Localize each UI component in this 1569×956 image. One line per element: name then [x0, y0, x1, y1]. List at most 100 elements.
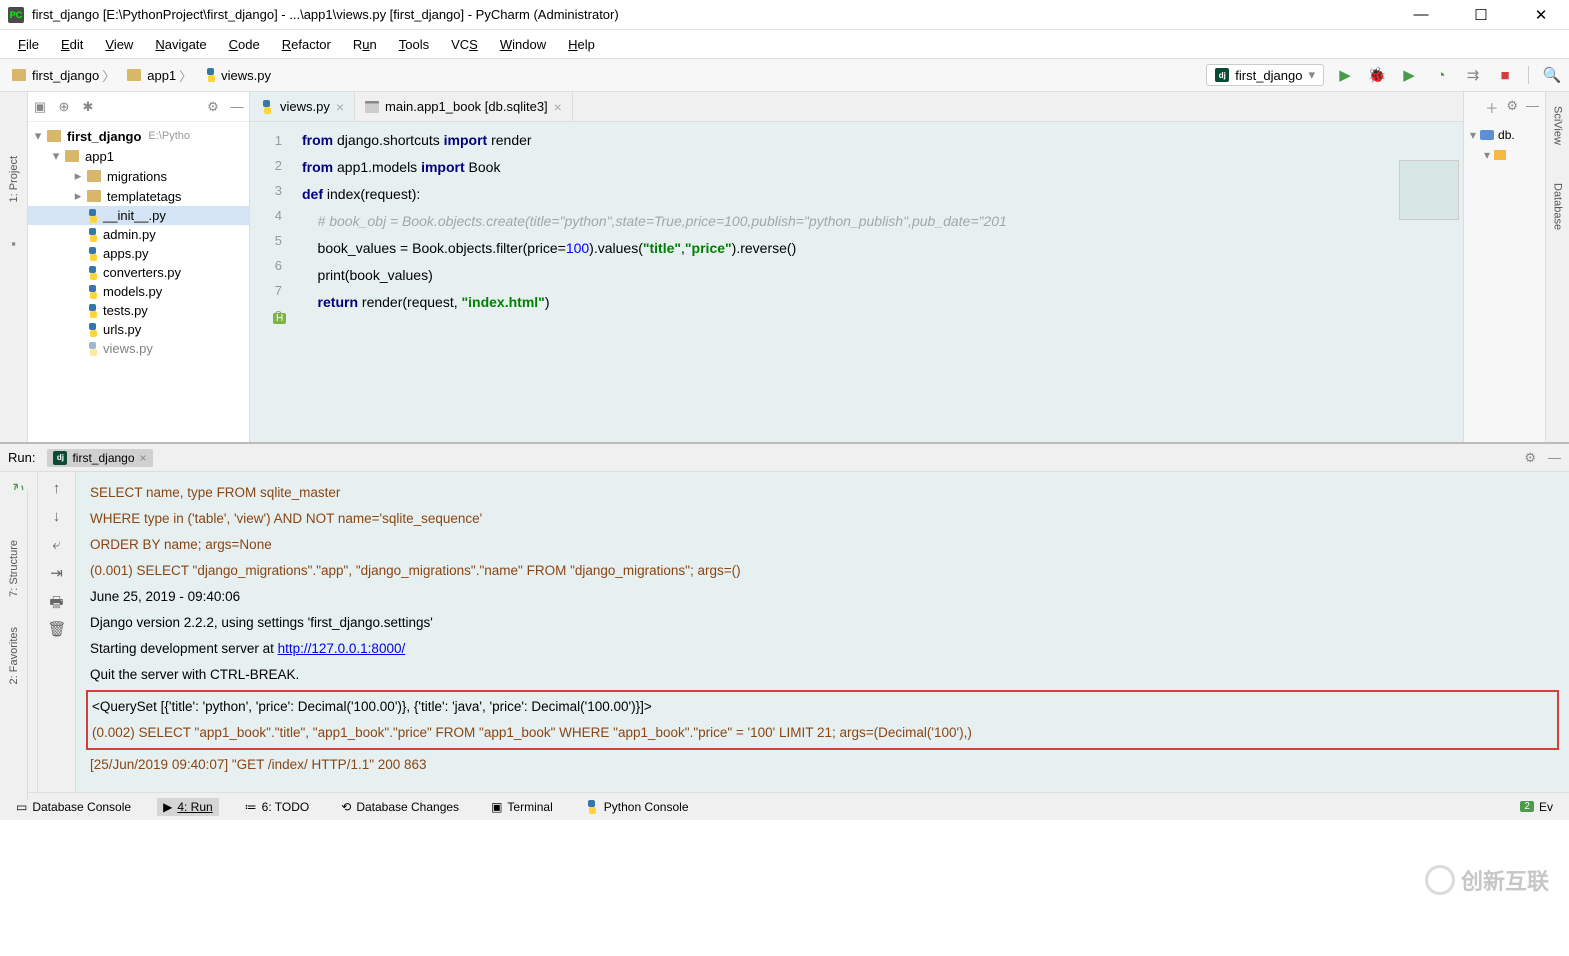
tree-app1[interactable]: ▾app1 — [28, 146, 249, 166]
tab-structure[interactable]: 7: Structure — [8, 540, 20, 597]
sb-database-console[interactable]: ▭ Database Console — [10, 798, 137, 816]
tab-favorites[interactable]: 2: Favorites — [8, 627, 20, 684]
console-line: ORDER BY name; args=None — [90, 532, 1555, 558]
console-line: <QuerySet [{'title': 'python', 'price': … — [92, 694, 1553, 720]
gutter-highlight-icon: H — [273, 313, 286, 324]
stop-button[interactable]: ■ — [1496, 66, 1514, 84]
python-icon — [585, 800, 599, 814]
scroll-end-button[interactable]: ⇥ — [48, 564, 66, 582]
down-button[interactable]: ↓ — [48, 508, 66, 526]
console-output[interactable]: SELECT name, type FROM sqlite_master WHE… — [76, 472, 1569, 792]
folder-icon — [47, 130, 61, 142]
tree-file-init[interactable]: __init__.py — [28, 206, 249, 225]
tab-sciview[interactable]: SciView — [1552, 102, 1564, 149]
run-button[interactable]: ▶ — [1336, 66, 1354, 84]
folder-icon — [65, 150, 79, 162]
menu-vcs[interactable]: VCS — [441, 35, 488, 54]
python-icon — [86, 209, 100, 223]
django-icon: dj — [1215, 68, 1229, 82]
run-body: ↻ ■ ≡ 📌 ↑ ↓ ⤶ ⇥ 🖶 🗑 SELECT name, type FR… — [0, 472, 1569, 792]
right-tool-stripe: SciView Database — [1545, 92, 1569, 442]
server-url-link[interactable]: http://127.0.0.1:8000/ — [278, 641, 406, 656]
tree-file-models[interactable]: models.py — [28, 282, 249, 301]
maximize-button[interactable]: ☐ — [1461, 6, 1501, 24]
menu-file[interactable]: File — [8, 35, 49, 54]
sb-db-changes[interactable]: ⟲ Database Changes — [335, 798, 465, 816]
hide-button[interactable]: — — [1526, 98, 1539, 117]
hide-button[interactable]: — — [229, 99, 245, 114]
menu-navigate[interactable]: Navigate — [145, 35, 216, 54]
sb-terminal[interactable]: ▣ Terminal — [485, 798, 559, 816]
crumb-file[interactable]: views.py — [200, 66, 275, 85]
menu-run[interactable]: Run — [343, 35, 387, 54]
tree-templatetags[interactable]: ▸templatetags — [28, 186, 249, 206]
soft-wrap-button[interactable]: ⤶ — [48, 536, 66, 554]
tree-file-admin[interactable]: admin.py — [28, 225, 249, 244]
chevron-down-icon: ▾ — [1308, 67, 1315, 83]
run-tab-django[interactable]: djfirst_django× — [47, 449, 152, 467]
debug-button[interactable]: 🐞 — [1368, 66, 1386, 84]
collapse-all-icon[interactable]: ✱ — [80, 99, 96, 115]
status-bar: ▭ Database Console ▶ 4: Run ≔ 6: TODO ⟲ … — [0, 792, 1569, 820]
code-minimap[interactable] — [1399, 160, 1459, 220]
tree-file-apps[interactable]: apps.py — [28, 244, 249, 263]
minimize-button[interactable]: — — [1401, 6, 1441, 24]
python-icon — [86, 266, 100, 280]
tab-db-table[interactable]: main.app1_book [db.sqlite3]× — [355, 92, 573, 121]
tree-root[interactable]: ▾first_djangoE:\Pytho — [28, 126, 249, 146]
tree-file-tests[interactable]: tests.py — [28, 301, 249, 320]
run-label: Run: — [8, 450, 35, 465]
run-header: Run: djfirst_django× ⚙ — — [0, 444, 1569, 472]
console-line: (0.001) SELECT "django_migrations"."app"… — [90, 558, 1555, 584]
concurrency-button[interactable]: ⇉ — [1464, 66, 1482, 84]
sb-python-console[interactable]: Python Console — [579, 798, 695, 816]
sb-todo[interactable]: ≔ 6: TODO — [239, 798, 316, 816]
project-tree[interactable]: ▾first_djangoE:\Pytho ▾app1 ▸migrations … — [28, 122, 249, 442]
tab-views-py[interactable]: views.py× — [250, 92, 355, 121]
coverage-button[interactable]: ▶ — [1400, 66, 1418, 84]
db-root[interactable]: ▾db. — [1470, 125, 1539, 145]
select-opened-file-icon[interactable]: ▣ — [32, 99, 48, 115]
run-config-selector[interactable]: dj first_django ▾ — [1206, 64, 1324, 86]
close-icon[interactable]: × — [140, 451, 147, 465]
tree-file-views[interactable]: views.py — [28, 339, 249, 358]
print-button[interactable]: 🖶 — [48, 592, 66, 610]
tree-migrations[interactable]: ▸migrations — [28, 166, 249, 186]
run-tool-window: Run: djfirst_django× ⚙ — ↻ ■ ≡ 📌 ↑ ↓ ⤶ ⇥… — [0, 442, 1569, 792]
code-editor[interactable]: from django.shortcuts import render from… — [290, 122, 1463, 442]
line-gutter: 12345678 — [250, 122, 290, 442]
hide-button[interactable]: — — [1548, 450, 1561, 465]
tab-database[interactable]: Database — [1552, 179, 1564, 234]
sb-run[interactable]: ▶ 4: Run — [157, 798, 219, 816]
sb-event-log[interactable]: 2 Ev — [1514, 798, 1559, 816]
close-tab-icon[interactable]: × — [336, 99, 344, 115]
menu-window[interactable]: Window — [490, 35, 556, 54]
tree-file-urls[interactable]: urls.py — [28, 320, 249, 339]
menu-code[interactable]: Code — [219, 35, 270, 54]
menu-help[interactable]: Help — [558, 35, 605, 54]
crumb-project[interactable]: first_django〉 — [8, 64, 119, 87]
clear-button[interactable]: 🗑 — [48, 620, 66, 638]
menu-tools[interactable]: Tools — [389, 35, 439, 54]
search-everywhere-button[interactable]: 🔍 — [1543, 66, 1561, 84]
settings-button[interactable]: ⚙ — [1524, 450, 1536, 466]
profile-button[interactable]: ◔ — [1432, 66, 1450, 84]
run-toolbar: ▶ 🐞 ▶ ◔ ⇉ ■ 🔍 — [1336, 66, 1561, 84]
add-datasource-icon[interactable]: ＋ — [1485, 98, 1498, 117]
menu-edit[interactable]: Edit — [51, 35, 93, 54]
close-tab-icon[interactable]: × — [554, 99, 562, 115]
up-button[interactable]: ↑ — [48, 480, 66, 498]
tab-project[interactable]: 1: Project — [8, 152, 20, 206]
menu-refactor[interactable]: Refactor — [272, 35, 341, 54]
expand-all-icon[interactable]: ⊕ — [56, 99, 72, 115]
crumb-app[interactable]: app1〉 — [123, 64, 196, 87]
settings-button[interactable]: ⚙ — [205, 99, 221, 115]
db-schema[interactable]: ▾ — [1470, 145, 1539, 165]
settings-button[interactable]: ⚙ — [1506, 98, 1518, 117]
menu-view[interactable]: View — [95, 35, 143, 54]
run-config-name: first_django — [1235, 68, 1302, 83]
console-line: (0.002) SELECT "app1_book"."title", "app… — [92, 720, 1553, 746]
console-line: WHERE type in ('table', 'view') AND NOT … — [90, 506, 1555, 532]
close-button[interactable]: ✕ — [1521, 6, 1561, 24]
tree-file-converters[interactable]: converters.py — [28, 263, 249, 282]
